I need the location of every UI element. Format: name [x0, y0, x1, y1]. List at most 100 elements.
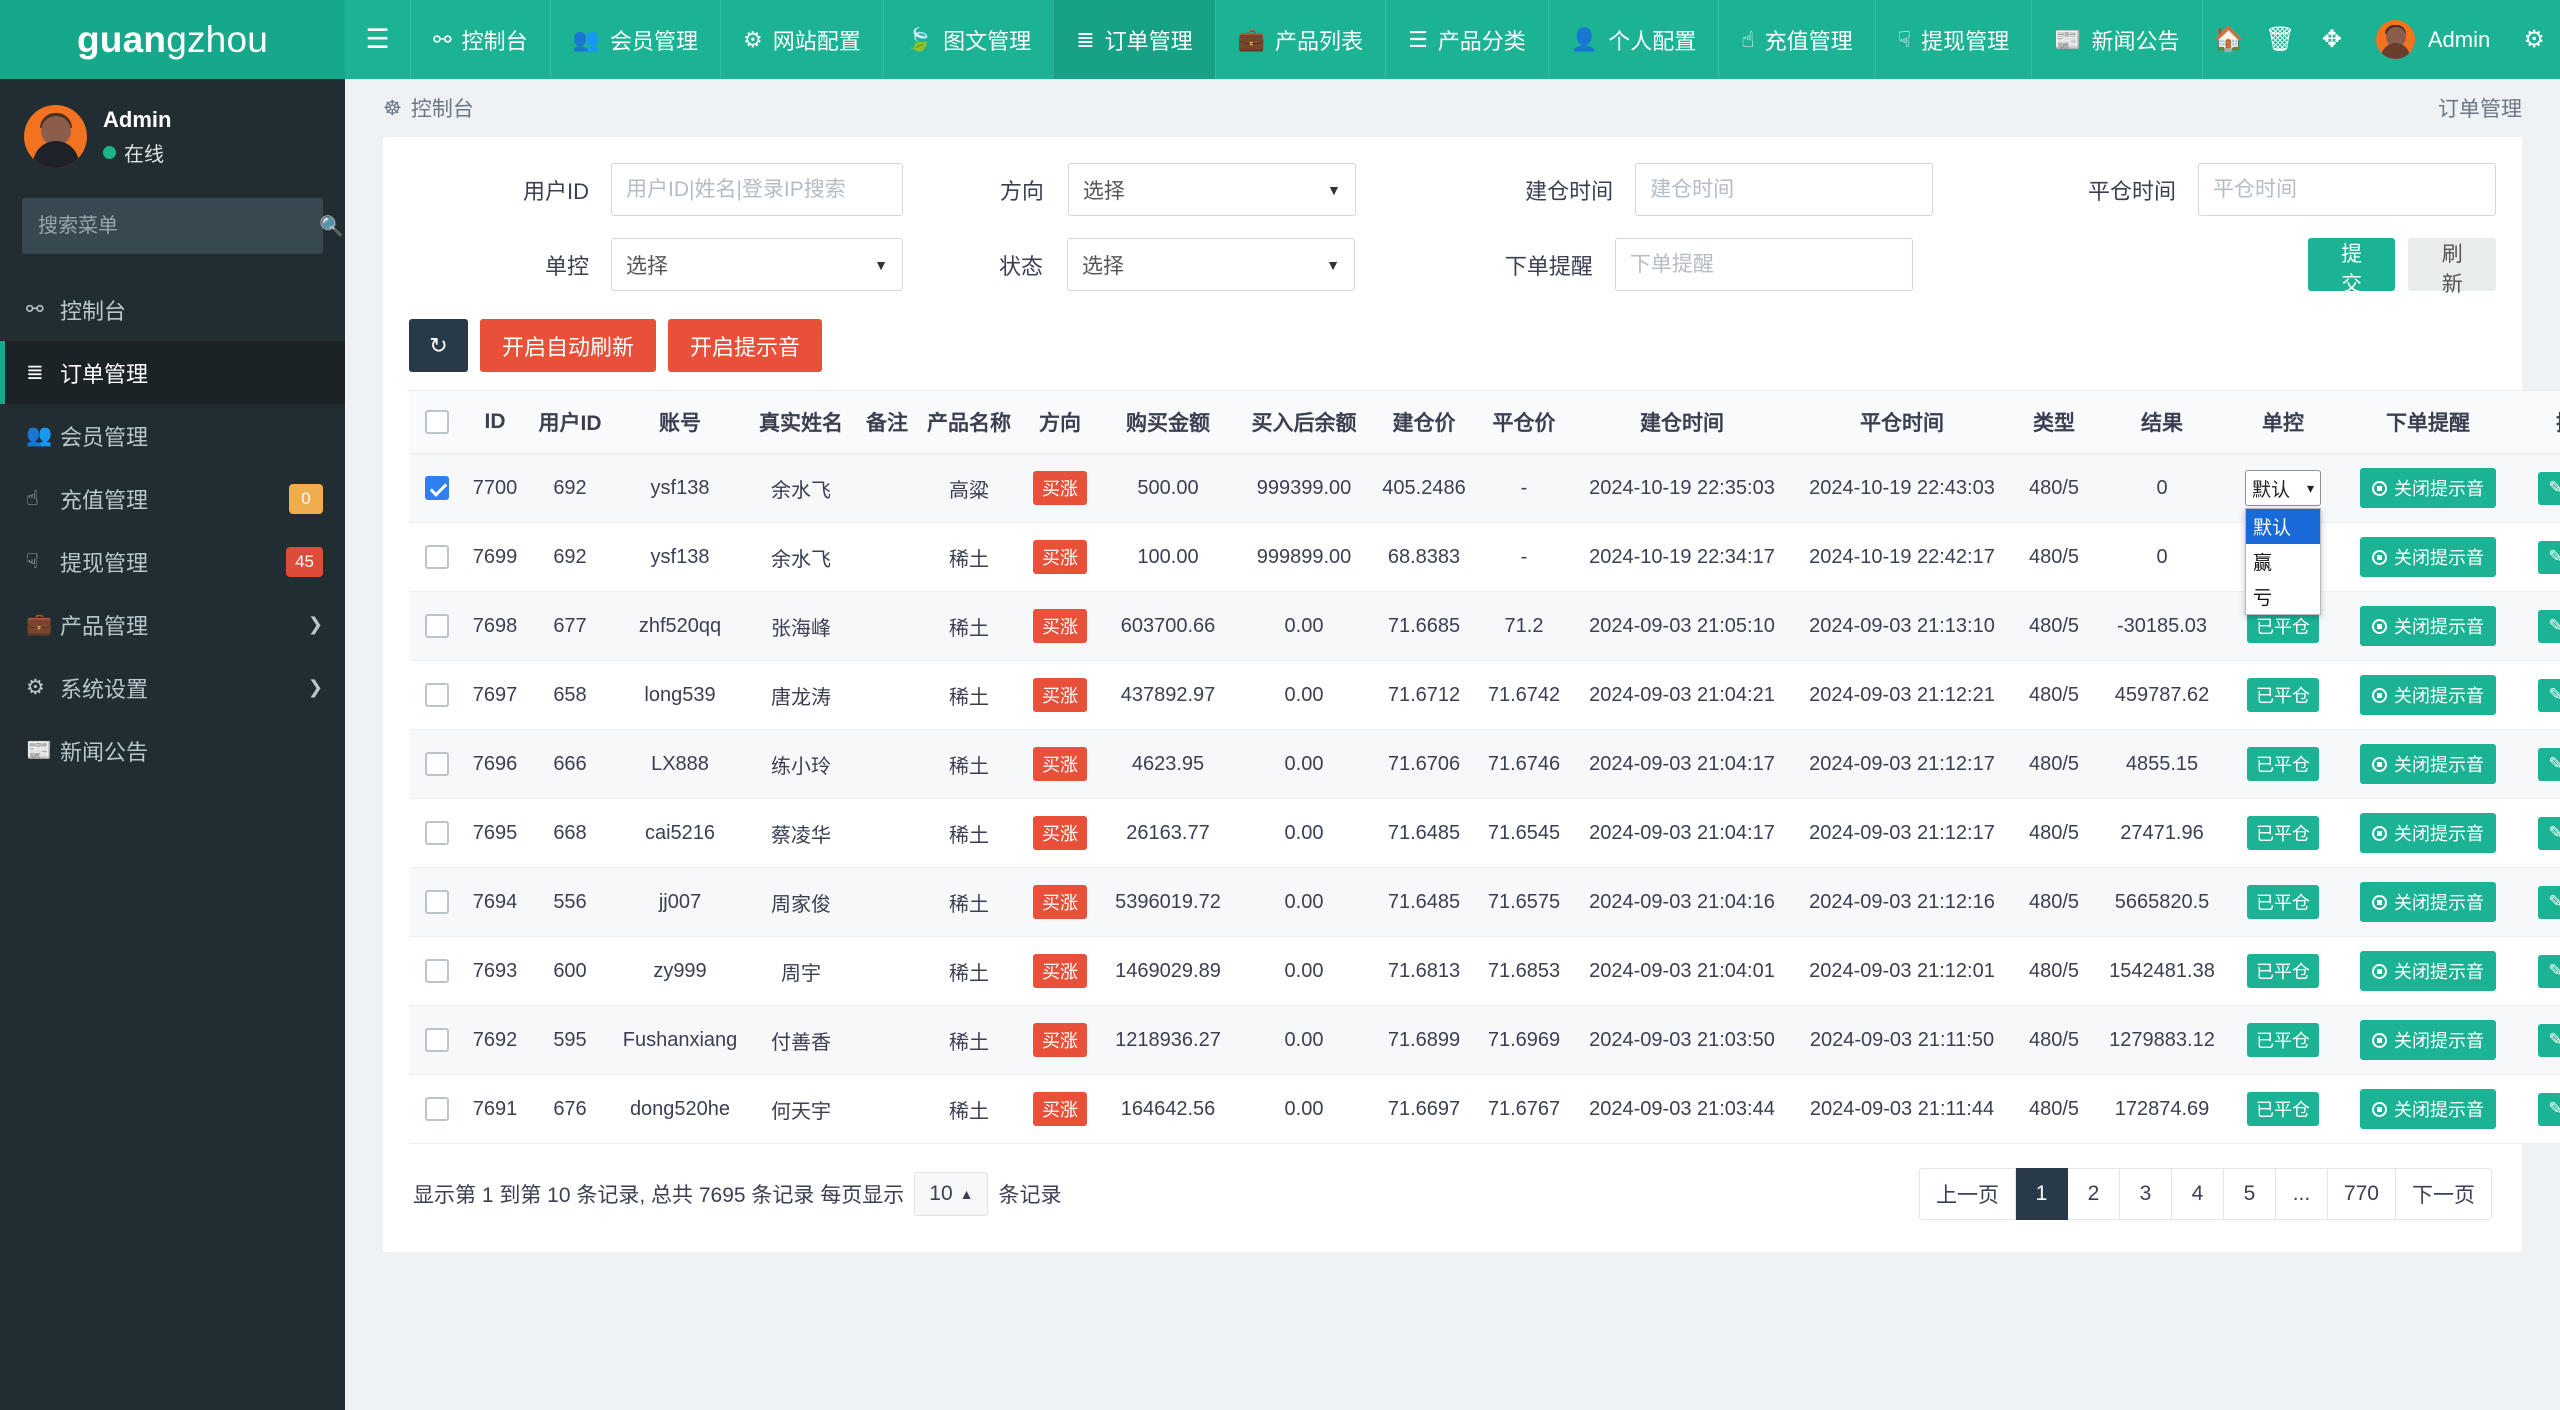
pagination-button[interactable]: 5 — [2223, 1168, 2276, 1220]
close-tone-button[interactable]: 关闭提示音 — [2360, 468, 2496, 508]
sidebar-item-5[interactable]: 💼 产品管理 ❯ — [0, 593, 345, 656]
hamburger-icon[interactable]: ☰ — [345, 0, 410, 79]
topnav-item-8[interactable]: ☝ 充值管理 — [1718, 0, 1874, 79]
single-ctrl-option[interactable]: 亏 — [2246, 579, 2320, 614]
topnav-item-9[interactable]: ☟ 提现管理 — [1874, 0, 2031, 79]
sound-toggle-button[interactable]: 开启提示音 — [668, 319, 823, 372]
sidebar-item-3[interactable]: ☝ 充值管理 0 — [0, 467, 345, 530]
submit-button[interactable]: 提交 — [2307, 238, 2396, 296]
close-tone-button[interactable]: 关闭提示音 — [2360, 606, 2496, 646]
search-menu-input[interactable] — [22, 214, 319, 238]
pagination-button[interactable]: ... — [2275, 1168, 2328, 1220]
sidebar-item-7[interactable]: 📰 新闻公告 — [0, 719, 345, 782]
checkbox-icon[interactable] — [424, 752, 449, 776]
single-ctrl-option[interactable]: 默认 — [2246, 509, 2320, 544]
user-id-input[interactable] — [611, 163, 903, 216]
single-ctrl-select[interactable]: 选择 ▼ — [611, 238, 903, 291]
pagination-button[interactable]: 下一页 — [2396, 1168, 2492, 1220]
edit-button[interactable]: ✎ — [2538, 954, 2560, 988]
status-select[interactable]: 选择 ▼ — [1067, 238, 1355, 291]
topnav-item-3[interactable]: 🍃 图文管理 — [882, 0, 1053, 79]
checkbox-icon[interactable] — [424, 410, 449, 435]
pagination-button[interactable]: 2 — [2067, 1168, 2120, 1220]
pagination-button[interactable]: 4 — [2171, 1168, 2224, 1220]
close-time-input[interactable] — [2198, 163, 2496, 216]
close-tone-button[interactable]: 关闭提示音 — [2360, 1020, 2496, 1060]
close-tone-button[interactable]: 关闭提示音 — [2360, 675, 2496, 715]
checkbox-icon[interactable] — [424, 683, 449, 707]
row-checkbox-cell[interactable] — [409, 936, 464, 1006]
search-icon[interactable]: 🔍 — [319, 214, 362, 239]
checkbox-icon[interactable] — [424, 1097, 449, 1121]
trash-icon[interactable]: 🗑 — [2254, 0, 2306, 79]
checkbox-icon[interactable] — [424, 545, 449, 569]
sidebar-item-0[interactable]: ⚯ 控制台 — [0, 278, 345, 341]
edit-button[interactable]: ✎ — [2538, 609, 2560, 643]
checkbox-icon[interactable] — [424, 1028, 449, 1052]
pagination-button[interactable]: 770 — [2327, 1168, 2396, 1220]
select-all-checkbox[interactable] — [409, 390, 464, 454]
checkbox-icon[interactable] — [424, 821, 449, 845]
row-checkbox-cell[interactable] — [409, 522, 464, 592]
topnav-item-5[interactable]: 💼 产品列表 — [1214, 0, 1385, 79]
single-ctrl-option[interactable]: 赢 — [2246, 544, 2320, 579]
sidebar-item-4[interactable]: ☟ 提现管理 45 — [0, 530, 345, 593]
checkbox-icon[interactable] — [424, 890, 449, 914]
sidebar-item-1[interactable]: ≣ 订单管理 — [0, 341, 345, 404]
edit-button[interactable]: ✎ — [2538, 1023, 2560, 1057]
topbar-user[interactable]: Admin — [2358, 0, 2508, 79]
edit-button[interactable]: ✎ — [2538, 1092, 2560, 1126]
refresh-button[interactable]: 刷新 — [2408, 238, 2496, 296]
pagination-button[interactable]: 上一页 — [1918, 1168, 2016, 1220]
edit-button[interactable]: ✎ — [2538, 678, 2560, 712]
per-page-select[interactable]: 10 ▲ — [914, 1172, 989, 1216]
edit-button[interactable]: ✎ — [2538, 471, 2560, 505]
open-time-input[interactable] — [1635, 163, 1934, 216]
edit-button[interactable]: ✎ — [2538, 816, 2560, 850]
order-note-input[interactable] — [1614, 238, 1913, 291]
close-tone-button[interactable]: 关闭提示音 — [2360, 744, 2496, 784]
checkbox-icon[interactable] — [424, 476, 449, 500]
row-single-ctrl-box[interactable]: 默认 ▾ — [2245, 470, 2321, 506]
reload-button[interactable]: ↻ — [409, 319, 468, 372]
topnav-item-10[interactable]: 📰 新闻公告 — [2031, 0, 2201, 79]
checkbox-icon[interactable] — [424, 959, 449, 983]
close-tone-button[interactable]: 关闭提示音 — [2360, 951, 2496, 991]
close-tone-button[interactable]: 关闭提示音 — [2360, 537, 2496, 577]
single-ctrl-dropdown[interactable]: 默认赢亏 — [2245, 508, 2321, 615]
sidebar-profile: Admin 在线 — [0, 79, 345, 190]
row-checkbox-cell[interactable] — [409, 591, 464, 661]
topnav-item-0[interactable]: ⚯ 控制台 — [410, 0, 549, 79]
sidebar-search[interactable]: 🔍 — [22, 198, 344, 254]
home-icon[interactable]: 🏠 — [2203, 0, 2255, 79]
gears-icon[interactable]: ⚙ — [2508, 0, 2560, 79]
row-single-ctrl[interactable]: 默认 ▾ 默认赢亏 — [2245, 470, 2321, 615]
row-checkbox-cell[interactable] — [409, 1005, 464, 1075]
row-checkbox-cell[interactable] — [409, 453, 464, 523]
sidebar-item-6[interactable]: ⚙ 系统设置 ❯ — [0, 656, 345, 719]
topnav-item-7[interactable]: 👤 个人配置 — [1547, 0, 1718, 79]
row-checkbox-cell[interactable] — [409, 660, 464, 730]
row-checkbox-cell[interactable] — [409, 729, 464, 799]
edit-button[interactable]: ✎ — [2538, 747, 2560, 781]
pagination-button[interactable]: 1 — [2015, 1168, 2068, 1220]
topnav-item-4[interactable]: ≣ 订单管理 — [1053, 0, 1215, 79]
row-checkbox-cell[interactable] — [409, 1074, 464, 1144]
fullscreen-icon[interactable]: ✥ — [2306, 0, 2358, 79]
topnav-item-2[interactable]: ⚙ 网站配置 — [720, 0, 883, 79]
direction-select[interactable]: 选择 ▼ — [1067, 163, 1356, 216]
row-checkbox-cell[interactable] — [409, 867, 464, 937]
brand-logo[interactable]: guan gzhou — [0, 0, 345, 79]
pagination-button[interactable]: 3 — [2119, 1168, 2172, 1220]
row-checkbox-cell[interactable] — [409, 798, 464, 868]
checkbox-icon[interactable] — [424, 614, 449, 638]
auto-refresh-button[interactable]: 开启自动刷新 — [480, 319, 657, 372]
edit-button[interactable]: ✎ — [2538, 540, 2560, 574]
edit-button[interactable]: ✎ — [2538, 885, 2560, 919]
topnav-item-1[interactable]: 👥 会员管理 — [549, 0, 720, 79]
close-tone-button[interactable]: 关闭提示音 — [2360, 882, 2496, 922]
topnav-item-6[interactable]: ☰ 产品分类 — [1385, 0, 1548, 79]
close-tone-button[interactable]: 关闭提示音 — [2360, 813, 2496, 853]
sidebar-item-2[interactable]: 👥 会员管理 — [0, 404, 345, 467]
close-tone-button[interactable]: 关闭提示音 — [2360, 1089, 2496, 1129]
